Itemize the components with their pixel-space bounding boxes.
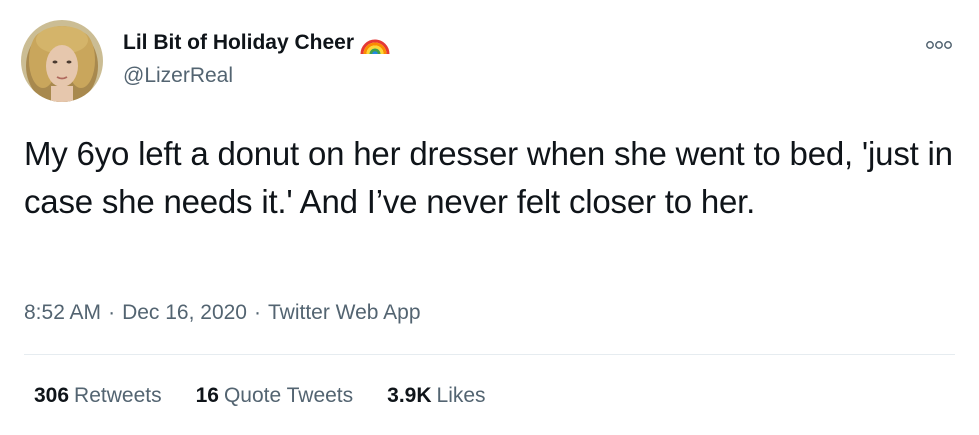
tweet-meta: 8:52 AM · Dec 16, 2020 · Twitter Web App [24, 298, 421, 328]
display-name-row: Lil Bit of Holiday Cheer [123, 30, 390, 56]
quote-tweets-stat[interactable]: 16 Quote Tweets [196, 381, 354, 411]
tweet-date[interactable]: Dec 16, 2020 [122, 298, 247, 328]
rainbow-icon [360, 30, 390, 56]
quote-tweets-label: Quote Tweets [223, 384, 354, 407]
tweet-card: Lil Bit of Holiday Cheer @LizerReal My 6… [0, 0, 979, 435]
retweets-label: Retweets [74, 384, 162, 407]
tweet-time[interactable]: 8:52 AM [24, 298, 101, 328]
avatar[interactable] [21, 20, 103, 102]
quote-tweets-count: 16 [195, 384, 219, 407]
display-name[interactable]: Lil Bit of Holiday Cheer [123, 30, 354, 56]
divider [24, 354, 955, 355]
likes-label: Likes [436, 384, 486, 407]
user-handle[interactable]: @LizerReal [123, 63, 233, 89]
meta-separator: · [254, 301, 261, 324]
likes-stat[interactable]: 3.9K Likes [387, 381, 485, 411]
tweet-stats: 306 Retweets 16 Quote Tweets 3.9K Likes [34, 381, 486, 411]
tweet-source[interactable]: Twitter Web App [268, 298, 421, 328]
tweet-text: My 6yo left a donut on her dresser when … [24, 135, 953, 220]
more-options-icon[interactable] [925, 38, 953, 52]
meta-separator: · [108, 301, 116, 324]
retweets-stat[interactable]: 306 Retweets [34, 381, 162, 411]
retweets-count: 306 [34, 384, 70, 407]
likes-count: 3.9K [387, 384, 432, 407]
